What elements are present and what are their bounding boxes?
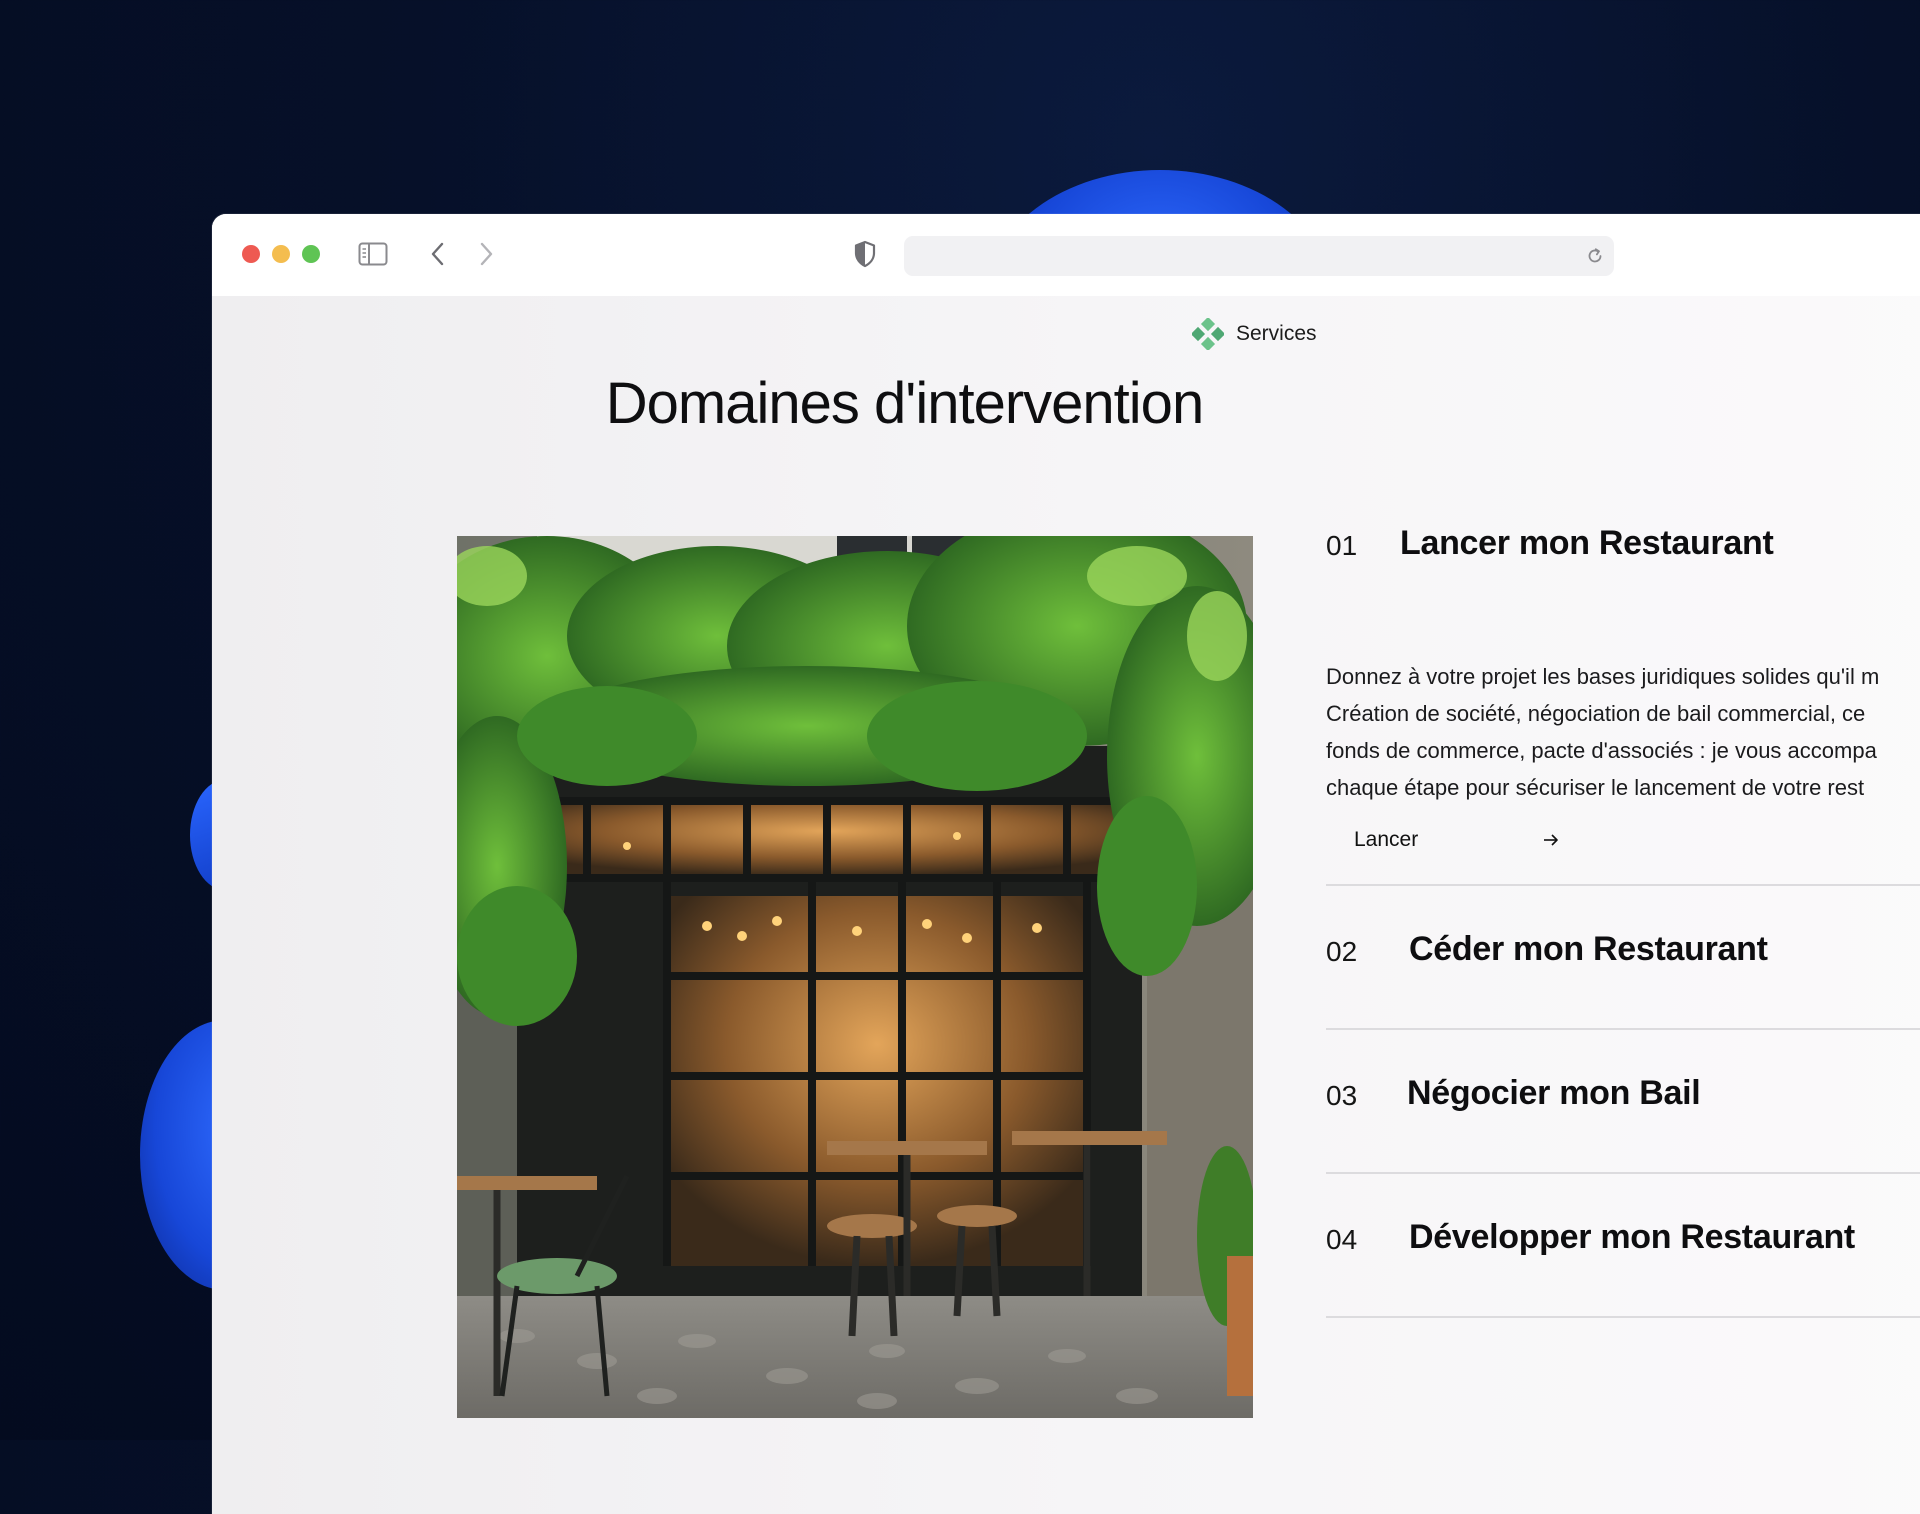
- arrow-right-icon: [1544, 834, 1558, 846]
- back-arrow-icon[interactable]: [424, 238, 452, 270]
- service-item-03[interactable]: 03 Négocier mon Bail: [1326, 1038, 1920, 1162]
- service-divider: [1326, 1316, 1920, 1318]
- service-title: Lancer mon Restaurant: [1400, 524, 1774, 562]
- page-content: Services Domaines d'intervention 01 Lanc…: [212, 296, 1920, 1514]
- minimize-window-button[interactable]: [272, 245, 290, 263]
- service-title: Développer mon Restaurant: [1409, 1218, 1855, 1256]
- restaurant-terrace-photo: [457, 536, 1253, 1418]
- service-divider: [1326, 1172, 1920, 1174]
- browser-toolbar: [212, 214, 1920, 297]
- service-title: Négocier mon Bail: [1407, 1074, 1701, 1112]
- close-window-button[interactable]: [242, 245, 260, 263]
- sidebar-toggle-icon[interactable]: [356, 238, 390, 270]
- lancer-button-label: Lancer: [1354, 828, 1419, 851]
- description-line: Création de société, négociation de bail…: [1326, 701, 1866, 726]
- page-title: Domaines d'intervention: [605, 371, 1204, 436]
- lancer-button[interactable]: Lancer: [1326, 812, 1588, 868]
- section-eyebrow: Services: [1192, 318, 1317, 350]
- maximize-window-button[interactable]: [302, 245, 320, 263]
- service-divider: [1326, 1028, 1920, 1030]
- service-item-04[interactable]: 04 Développer mon Restaurant: [1326, 1182, 1920, 1306]
- browser-window: Services Domaines d'intervention 01 Lanc…: [212, 214, 1920, 1514]
- service-item-01[interactable]: 01 Lancer mon Restaurant: [1326, 516, 1920, 580]
- service-number: 01: [1326, 530, 1358, 561]
- address-bar[interactable]: [904, 236, 1614, 276]
- service-divider: [1326, 884, 1920, 886]
- service-description: Donnez à votre projet les bases juridiqu…: [1326, 658, 1920, 806]
- service-number: 04: [1326, 1224, 1358, 1255]
- description-line: Donnez à votre projet les bases juridiqu…: [1326, 664, 1880, 689]
- service-item-02[interactable]: 02 Céder mon Restaurant: [1326, 894, 1920, 1018]
- forward-arrow-icon[interactable]: [472, 238, 500, 270]
- service-number: 03: [1326, 1080, 1358, 1111]
- description-line: fonds de commerce, pacte d'associés : je…: [1326, 738, 1877, 763]
- reload-icon[interactable]: [1584, 245, 1606, 267]
- diamond-logo-icon: [1192, 318, 1224, 350]
- privacy-shield-icon[interactable]: [850, 238, 880, 270]
- service-number: 02: [1326, 936, 1358, 967]
- eyebrow-label: Services: [1236, 322, 1317, 345]
- service-title: Céder mon Restaurant: [1409, 930, 1768, 968]
- description-line: chaque étape pour sécuriser le lancement…: [1326, 775, 1865, 800]
